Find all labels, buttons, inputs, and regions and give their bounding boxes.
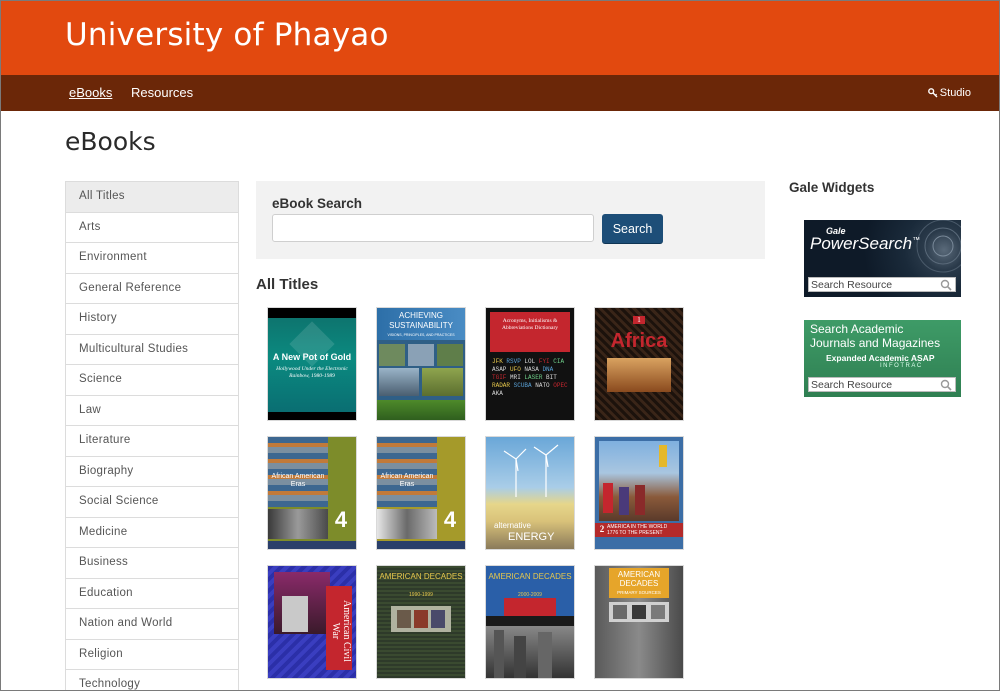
sidebar-item-literature[interactable]: Literature <box>65 426 239 457</box>
book-cover-american-decades-1990[interactable]: AMERICAN DECADES 1990-1999 <box>377 566 465 678</box>
book-subtitle: PRIMARY SOURCES <box>617 590 661 595</box>
sidebar-item-all-titles[interactable]: All Titles <box>65 182 239 213</box>
academic-line-4: INFOTRAC <box>880 363 923 369</box>
gale-widgets-heading: Gale Widgets <box>789 180 875 195</box>
book-subtitle: 1776 TO THE PRESENT <box>607 530 663 536</box>
book-title: AMERICAN DECADES <box>617 570 661 588</box>
book-title: AMERICAN DECADES <box>379 572 463 581</box>
all-titles-heading: All Titles <box>256 276 319 293</box>
sidebar-item-arts[interactable]: Arts <box>65 212 239 243</box>
sidebar-item-business[interactable]: Business <box>65 548 239 579</box>
book-cover-african-american-eras-1[interactable]: African American Eras 4 <box>268 437 356 549</box>
book-title: African American Eras <box>271 473 325 488</box>
book-cover-american-decades-2000[interactable]: AMERICAN DECADES 2000-2009 <box>486 566 574 678</box>
academic-line-1: Search Academic <box>810 322 904 336</box>
category-sidebar: All Titles Arts Environment General Refe… <box>65 181 239 690</box>
book-volume: 1 <box>633 316 645 324</box>
book-volume: 4 <box>334 507 348 532</box>
sidebar-item-history[interactable]: History <box>65 304 239 335</box>
book-title: Africa <box>610 330 668 352</box>
trademark-symbol: ™ <box>912 235 921 245</box>
book-title: A New Pot of Gold <box>272 352 352 362</box>
sidebar-item-education[interactable]: Education <box>65 578 239 609</box>
book-cover-america-in-the-world[interactable]: 2 AMERICA IN THE WORLD 1776 TO THE PRESE… <box>595 437 683 549</box>
book-cover-acronyms-dictionary[interactable]: Acronyms, Initialisms & Abbreviations Di… <box>486 308 574 420</box>
sidebar-item-technology[interactable]: Technology <box>65 670 239 690</box>
nav-ebooks-link[interactable]: eBooks <box>69 85 112 100</box>
sidebar-item-general-reference[interactable]: General Reference <box>65 273 239 304</box>
book-title: Acronyms, Initialisms & Abbreviations Di… <box>501 318 559 331</box>
studio-link[interactable]: Studio <box>927 87 971 99</box>
sidebar-item-law[interactable]: Law <box>65 395 239 426</box>
sidebar-item-science[interactable]: Science <box>65 365 239 396</box>
book-cover-american-decades-primary-sources[interactable]: AMERICAN DECADES PRIMARY SOURCES <box>595 566 683 678</box>
book-cover-achieving-sustainability[interactable]: ACHIEVING SUSTAINABILITY VISIONS, PRINCI… <box>377 308 465 420</box>
site-title[interactable]: University of Phayao <box>65 17 389 53</box>
book-subtitle: VISIONS, PRINCIPLES, AND PRACTICES <box>387 333 455 337</box>
academic-placeholder: Search Resource <box>811 379 893 391</box>
academic-line-2: Journals and Magazines <box>810 336 941 350</box>
book-title: ACHIEVING SUSTAINABILITY <box>389 311 453 330</box>
powersearch-brand: PowerSearch™ <box>810 234 920 254</box>
book-title: AMERICAN DECADES <box>488 572 572 581</box>
search-icon[interactable] <box>940 379 952 391</box>
main-nav: eBooks Resources Studio <box>1 75 999 111</box>
wind-turbine-graphic <box>503 444 559 497</box>
academic-asap-widget[interactable]: Search Academic Journals and Magazines E… <box>804 320 961 397</box>
powersearch-search-input[interactable]: Search Resource <box>808 277 956 292</box>
book-title: alternative <box>494 521 531 530</box>
ebook-search-input[interactable] <box>272 214 594 242</box>
browser-page: University of Phayao eBooks Resources St… <box>0 0 1000 691</box>
book-cover-alternative-energy[interactable]: alternative ENERGY <box>486 437 574 549</box>
sidebar-item-biography[interactable]: Biography <box>65 456 239 487</box>
powersearch-widget[interactable]: Gale PowerSearch™ Search Resource <box>804 220 961 297</box>
sidebar-item-religion[interactable]: Religion <box>65 639 239 670</box>
powersearch-placeholder: Search Resource <box>811 279 893 291</box>
book-volume: 2 <box>599 524 605 534</box>
ebook-search-panel: eBook Search Search <box>256 181 765 259</box>
nav-resources-link[interactable]: Resources <box>131 85 193 100</box>
key-icon <box>927 88 938 98</box>
search-button[interactable]: Search <box>602 214 663 244</box>
sidebar-item-environment[interactable]: Environment <box>65 243 239 274</box>
site-header: University of Phayao <box>1 1 999 75</box>
book-cover-american-civil-war[interactable]: American Civil War <box>268 566 356 678</box>
book-cover-african-american-eras-2[interactable]: African American Eras 4 <box>377 437 465 549</box>
book-volume: 4 <box>443 507 457 532</box>
studio-label: Studio <box>939 87 971 99</box>
sidebar-item-nation-and-world[interactable]: Nation and World <box>65 609 239 640</box>
sidebar-item-multicultural-studies[interactable]: Multicultural Studies <box>65 334 239 365</box>
book-title: African American Eras <box>380 473 434 488</box>
book-subtitle: Hollywood Under the Electronic Rainbow, … <box>276 366 348 379</box>
page-title: eBooks <box>65 127 156 156</box>
book-subtitle: 1990-1999 <box>409 592 433 598</box>
powersearch-brand-text: PowerSearch <box>810 234 913 253</box>
ebook-search-label: eBook Search <box>272 196 363 211</box>
search-icon[interactable] <box>940 279 952 291</box>
academic-line-3: Expanded Academic ASAP <box>826 353 935 363</box>
book-cover-africa[interactable]: 1 Africa <box>595 308 683 420</box>
book-title: American Civil War <box>330 600 352 662</box>
sidebar-item-medicine[interactable]: Medicine <box>65 517 239 548</box>
sidebar-item-social-science[interactable]: Social Science <box>65 487 239 518</box>
book-subtitle: ENERGY <box>508 531 555 543</box>
book-cover-new-pot-of-gold[interactable]: A New Pot of Gold Hollywood Under the El… <box>268 308 356 420</box>
academic-search-input[interactable]: Search Resource <box>808 377 956 392</box>
